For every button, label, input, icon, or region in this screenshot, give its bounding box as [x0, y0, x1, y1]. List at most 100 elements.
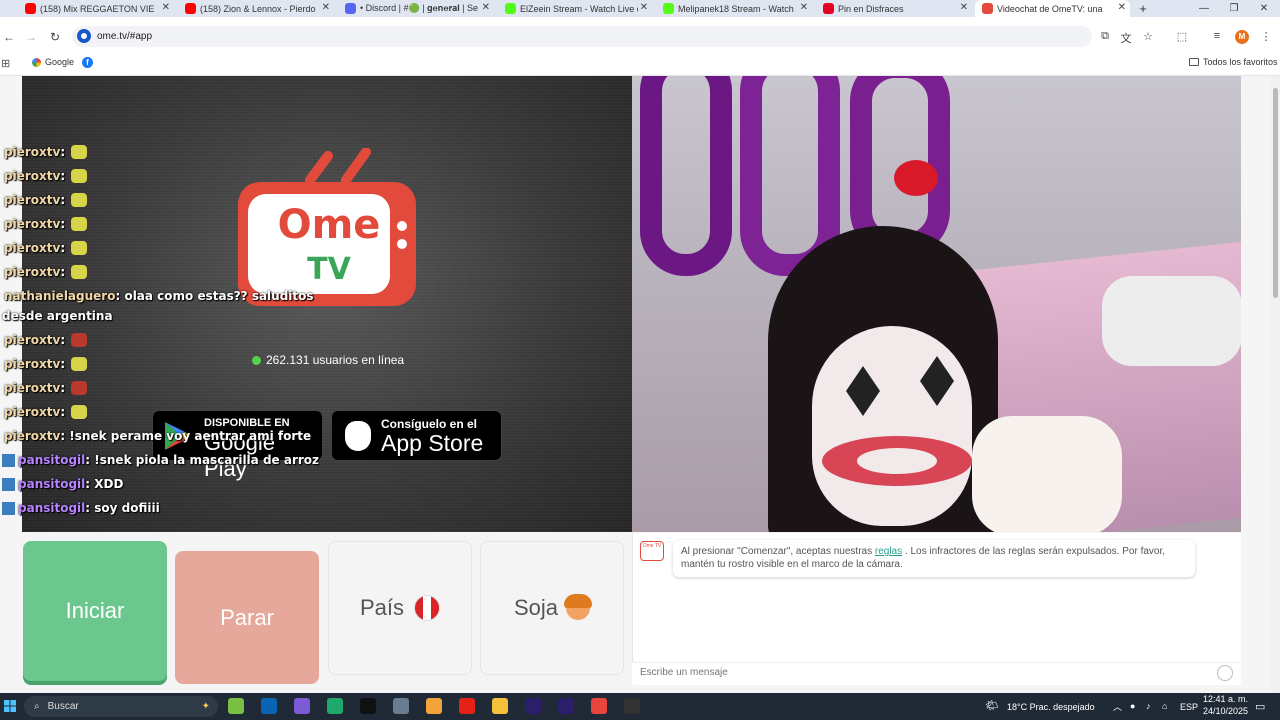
- tab-title: Melipanek18 Stream - Watch Li: [678, 3, 796, 14]
- tab-favicon-icon: [505, 3, 516, 14]
- volume-icon[interactable]: ♪: [1146, 701, 1151, 711]
- chat-text: : olaa como estas?? saluditos: [115, 289, 314, 303]
- app-icon-2[interactable]: [624, 698, 640, 714]
- google-play-small: DISPONIBLE EN: [204, 417, 290, 429]
- calculator-icon[interactable]: [393, 698, 409, 714]
- tab-close-icon[interactable]: ✕: [800, 2, 808, 13]
- bookmark-star-icon[interactable]: ☆: [1141, 30, 1155, 43]
- windows-start-icon[interactable]: [4, 700, 16, 712]
- tab-favicon-icon: [345, 3, 356, 14]
- tab-close-icon[interactable]: ✕: [1118, 2, 1126, 13]
- tab-title: ElZeein Stream - Watch Live on: [520, 3, 638, 14]
- stop-button[interactable]: Parar: [175, 551, 319, 684]
- tiktok-icon[interactable]: [360, 698, 376, 714]
- apps-grid-icon[interactable]: ⊞: [1, 57, 10, 70]
- site-info-icon[interactable]: [77, 29, 91, 43]
- chrome-icon[interactable]: [591, 698, 607, 714]
- chat-username: pansitogil: [18, 501, 86, 515]
- weather-text[interactable]: 18°C Prac. despejado: [1007, 702, 1095, 712]
- translate-icon[interactable]: 文: [1119, 30, 1133, 46]
- address-bar[interactable]: [72, 26, 1092, 47]
- taskbar-search[interactable]: ⌕ Buscar ✦: [24, 696, 218, 717]
- browser-tab[interactable]: Videochat de OmeTV: una ✕: [975, 0, 1130, 17]
- rules-link[interactable]: reglas: [875, 546, 902, 557]
- browser-tab[interactable]: Pin en Disfraces ✕: [816, 0, 972, 17]
- browser-tab[interactable]: Melipanek18 Stream - Watch Li ✕: [656, 0, 812, 17]
- youtube-icon[interactable]: [459, 698, 475, 714]
- url-text[interactable]: ome.tv/#app: [97, 31, 152, 42]
- scrollbar-thumb[interactable]: [1273, 88, 1278, 298]
- bookmark-facebook[interactable]: f: [82, 57, 93, 68]
- chat-username: pieroxtv: [4, 381, 61, 395]
- tab-close-icon[interactable]: ✕: [960, 2, 968, 13]
- cast-icon[interactable]: ⧉: [1098, 30, 1112, 43]
- restore-button[interactable]: ❐: [1220, 0, 1248, 17]
- reload-icon[interactable]: ↻: [48, 30, 62, 44]
- tab-title: • Discord | #🟢 | 𝐠𝐞𝐧𝐞𝐫𝐚𝐥 | Serv: [360, 3, 478, 13]
- browser-tab[interactable]: • Discord | #🟢 | 𝐠𝐞𝐧𝐞𝐫𝐚𝐥 | Serv ✕: [338, 0, 494, 17]
- tab-close-icon[interactable]: ✕: [640, 2, 648, 13]
- gender-selector[interactable]: Soja: [480, 541, 624, 675]
- tab-close-icon[interactable]: ✕: [162, 2, 170, 13]
- browser-tab[interactable]: (158) Mix REGGAETON VIE ✕: [18, 0, 174, 17]
- search-icon: ⌕: [34, 701, 40, 712]
- outlook-icon[interactable]: [261, 698, 277, 714]
- mic-icon[interactable]: ●: [1130, 701, 1135, 711]
- bookmarks-bar: [0, 50, 1280, 76]
- profile-avatar[interactable]: M: [1235, 30, 1249, 44]
- chat-message: pansitogil : soy dofiiii: [1, 501, 160, 515]
- browser-tab[interactable]: ElZeein Stream - Watch Live on ✕: [498, 0, 652, 17]
- chat-message: pieroxtv :: [4, 333, 88, 347]
- forward-icon[interactable]: →: [24, 30, 38, 44]
- new-tab-button[interactable]: +: [1136, 0, 1150, 17]
- emoji-icon[interactable]: [1217, 665, 1233, 681]
- edge-icon[interactable]: [327, 698, 343, 714]
- chat-username: pieroxtv: [4, 169, 61, 183]
- back-icon[interactable]: ←: [2, 30, 16, 44]
- chat-text: :: [60, 241, 66, 255]
- facebook-icon: f: [82, 57, 93, 68]
- tray-chevron-icon[interactable]: ︿: [1113, 700, 1122, 713]
- notifications-icon[interactable]: ▭: [1255, 700, 1265, 713]
- minimize-button[interactable]: —: [1190, 0, 1218, 17]
- bookmark-google[interactable]: Google: [32, 57, 74, 67]
- frog-emote-icon: [71, 217, 88, 231]
- language-indicator[interactable]: ESP: [1180, 702, 1198, 712]
- message-input[interactable]: [640, 667, 1200, 678]
- browser-tab[interactable]: (158) Zion & Lennox - Pierdo La ✕: [178, 0, 334, 17]
- user-badge-icon: [2, 453, 15, 467]
- close-window-button[interactable]: ✕: [1250, 0, 1278, 17]
- chat-text: :: [60, 357, 66, 371]
- clock-time[interactable]: 12:41 a. m.: [1203, 694, 1248, 704]
- bookmark-label: Google: [45, 57, 75, 67]
- tab-close-icon[interactable]: ✕: [482, 2, 490, 13]
- premiere-icon[interactable]: [558, 698, 574, 714]
- country-selector[interactable]: País: [328, 541, 472, 675]
- tab-favicon-icon: [982, 3, 993, 14]
- media-icon[interactable]: ≡: [1210, 30, 1224, 42]
- app-store-badge[interactable]: Consíguelo en el App Store: [331, 410, 502, 461]
- tab-close-icon[interactable]: ✕: [322, 2, 330, 13]
- menu-icon[interactable]: ⋮: [1259, 30, 1273, 43]
- taskbar-search-label: Buscar: [47, 701, 79, 712]
- start-label: Iniciar: [65, 598, 125, 623]
- explorer-icon[interactable]: [492, 698, 508, 714]
- after-effects-icon[interactable]: [525, 698, 541, 714]
- folder-icon: [1189, 58, 1199, 66]
- app-icon[interactable]: [294, 698, 310, 714]
- start-button[interactable]: Iniciar: [23, 541, 167, 681]
- clock-date[interactable]: 24/10/2025: [1203, 706, 1248, 716]
- extensions-icon[interactable]: ⬚: [1175, 30, 1189, 43]
- chat-text: :: [60, 405, 66, 419]
- frog-emote-icon: [71, 405, 88, 419]
- all-bookmarks-button[interactable]: Todos los favoritos: [1189, 57, 1278, 67]
- frog-emote-icon: [71, 265, 88, 279]
- page-scrollbar[interactable]: [1271, 76, 1280, 693]
- chat-text: : !snek piola la mascarilla de arroz: [85, 453, 320, 467]
- browser-app-icon[interactable]: [426, 698, 442, 714]
- network-icon[interactable]: ⌂: [1162, 701, 1167, 711]
- widgets-icon[interactable]: [228, 698, 244, 714]
- frog-emote-icon: [71, 145, 88, 159]
- icon-text: Ome TV: [642, 543, 662, 549]
- chat-username: pieroxtv: [4, 265, 61, 279]
